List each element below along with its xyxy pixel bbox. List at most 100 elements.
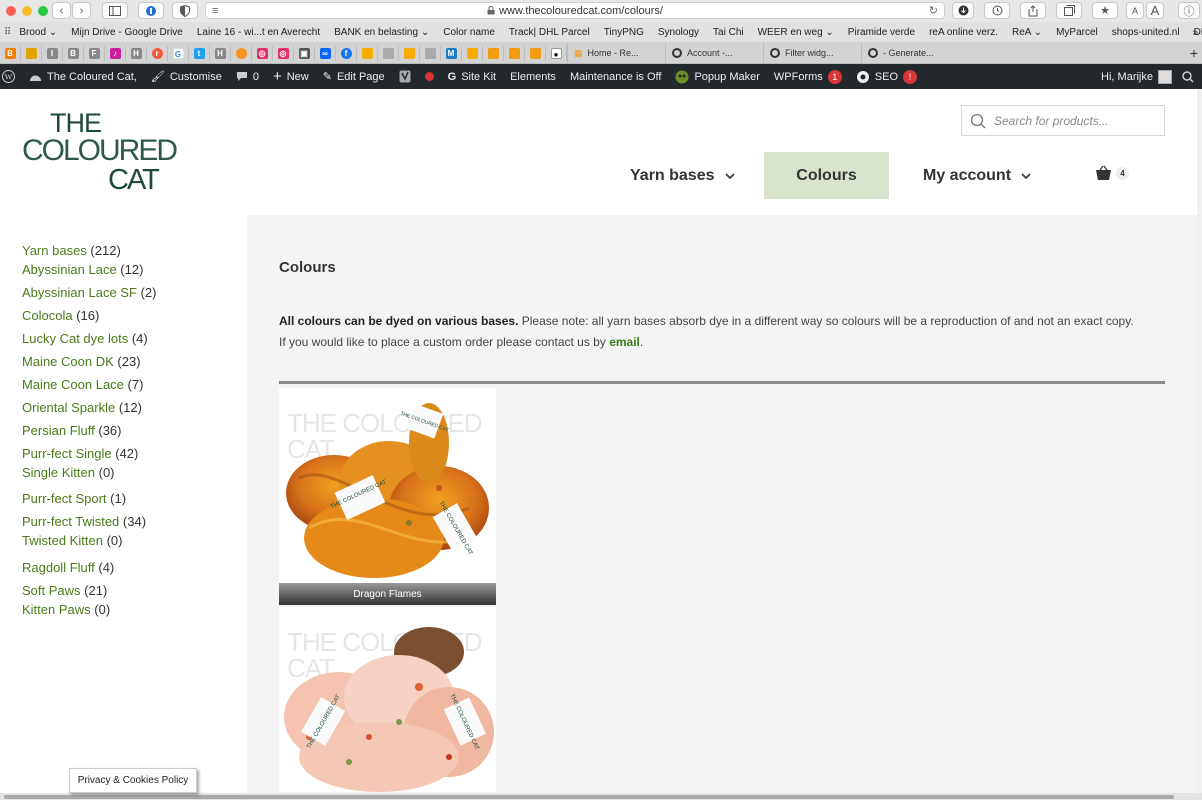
pinned-tab[interactable]: M (441, 45, 462, 61)
tabs-overview-icon[interactable] (1056, 2, 1082, 19)
browser-tab[interactable]: Filter widg... (763, 43, 861, 63)
category-link[interactable]: Maine Coon DK (22, 354, 114, 369)
category-link[interactable]: Ragdoll Fluff (22, 560, 95, 575)
email-link[interactable]: email (609, 335, 640, 349)
bookmark[interactable]: shops-united.nl (1112, 27, 1180, 38)
category-link[interactable]: Abyssinian Lace (22, 262, 117, 277)
category-link[interactable]: Purr-fect Twisted (22, 514, 119, 529)
admin-popup-maker[interactable]: Popup Maker (675, 70, 760, 84)
pinned-tab[interactable] (462, 45, 483, 61)
text-smaller-button[interactable]: A (1126, 2, 1144, 19)
bookmark-star-icon[interactable]: ★ (1092, 2, 1118, 19)
category-link[interactable]: Maine Coon Lace (22, 377, 124, 392)
category-link[interactable]: Purr-fect Single (22, 446, 112, 461)
pinned-tab[interactable]: r (147, 45, 168, 61)
pinned-tab[interactable] (21, 45, 42, 61)
category-link[interactable]: Twisted Kitten (22, 533, 103, 548)
text-larger-button[interactable]: A (1146, 2, 1164, 19)
info-icon[interactable]: ⓘ (1178, 2, 1200, 19)
yoast-icon[interactable] (399, 70, 411, 83)
category-link[interactable]: Abyssinian Lace SF (22, 285, 137, 300)
admin-comments[interactable]: 0 (236, 71, 259, 83)
pinned-tab[interactable] (483, 45, 504, 61)
admin-site-name[interactable]: The Coloured Cat, (29, 71, 137, 83)
site-logo[interactable]: THE COLOURED CAT (22, 110, 187, 195)
sidebar-icon[interactable] (102, 2, 128, 19)
close-window-button[interactable] (6, 6, 16, 16)
pinned-tab[interactable]: I (42, 45, 63, 61)
pinned-tab[interactable]: ◎ (273, 45, 294, 61)
history-icon[interactable] (984, 2, 1010, 19)
bookmark[interactable]: TinyPNG (604, 27, 644, 38)
category-link[interactable]: Single Kitten (22, 465, 95, 480)
admin-maintenance[interactable]: Maintenance is Off (570, 71, 662, 83)
bookmark[interactable]: Track| DHL Parcel (509, 27, 590, 38)
admin-elements[interactable]: Elements (510, 71, 556, 83)
share-icon[interactable] (1020, 2, 1046, 19)
admin-site-kit[interactable]: G Site Kit (448, 71, 496, 83)
download-icon[interactable] (952, 2, 974, 19)
admin-wpforms[interactable]: WPForms 1 (774, 69, 842, 84)
bookmark[interactable]: reA online verz. (929, 27, 998, 38)
privacy-cookies-button[interactable]: Privacy & Cookies Policy (69, 768, 197, 793)
category-link[interactable]: Soft Paws (22, 583, 81, 598)
pinned-tab[interactable]: F (84, 45, 105, 61)
horizontal-scrollbar-thumb[interactable] (4, 795, 1174, 799)
bookmark[interactable]: Brood ⌄ (19, 27, 57, 38)
pinned-tab[interactable]: f (336, 45, 357, 61)
reload-icon[interactable]: ↻ (929, 4, 938, 17)
pinned-tab[interactable]: ◎ (252, 45, 273, 61)
admin-seo[interactable]: SEO ! (856, 69, 918, 84)
pinned-tab[interactable]: ♪ (105, 45, 126, 61)
password-icon[interactable] (138, 2, 164, 19)
admin-edit-page[interactable]: ✎ Edit Page (323, 70, 385, 84)
product-card-dragon-flames[interactable]: THE COLOURED CAT THE COLOURED CAT THE CO… (279, 388, 496, 605)
minimize-window-button[interactable] (22, 6, 32, 16)
wordpress-logo-icon[interactable]: W (2, 70, 15, 83)
bookmark[interactable]: BANK en belasting ⌄ (334, 27, 429, 38)
pinned-tab[interactable]: ▣ (294, 45, 315, 61)
pinned-tab[interactable]: ∞ (315, 45, 336, 61)
browser-tab[interactable]: - Generate... (861, 43, 959, 63)
back-button[interactable]: ‹ (52, 2, 71, 19)
nav-my-account[interactable]: My account (923, 152, 1031, 199)
cart-button[interactable]: 4 (1095, 165, 1129, 181)
admin-account[interactable]: Hi, Marijke (1101, 69, 1172, 84)
bookmark[interactable]: Piramide verde (848, 27, 915, 38)
category-link[interactable]: Oriental Sparkle (22, 400, 115, 415)
browser-tab[interactable]: ▦ Home - Re... (567, 43, 665, 63)
bookmark[interactable]: MyParcel (1056, 27, 1098, 38)
forward-button[interactable]: › (72, 2, 91, 19)
admin-status-dot[interactable] (424, 72, 434, 81)
pinned-tab[interactable] (504, 45, 525, 61)
category-link[interactable]: Colocola (22, 308, 73, 323)
pinned-tab[interactable] (525, 45, 546, 61)
category-link[interactable]: Purr-fect Sport (22, 491, 107, 506)
search-icon[interactable] (1182, 70, 1194, 83)
pinned-tab[interactable] (378, 45, 399, 61)
bookmark[interactable]: Color name (443, 27, 495, 38)
category-link[interactable]: Kitten Paws (22, 602, 91, 617)
zoom-window-button[interactable] (38, 6, 48, 16)
nav-yarn-bases[interactable]: Yarn bases (630, 152, 735, 199)
bookmarks-overflow-button[interactable]: » (1192, 27, 1198, 38)
category-link[interactable]: Yarn bases (22, 243, 87, 258)
pinned-tab[interactable]: H (126, 45, 147, 61)
url-bar[interactable]: ≡ www.thecolouredcat.com/colours/ ↻ (205, 2, 945, 19)
pinned-tab[interactable] (420, 45, 441, 61)
product-search-input[interactable]: Search for products... (961, 105, 1165, 136)
nav-colours[interactable]: Colours (764, 152, 889, 199)
bookmark[interactable]: Laine 16 - wi...t en Averecht (197, 27, 320, 38)
admin-new[interactable]: + New (273, 68, 309, 85)
shield-icon[interactable] (172, 2, 198, 19)
pinned-tab[interactable] (357, 45, 378, 61)
browser-tab[interactable]: Account -... (665, 43, 763, 63)
reader-icon[interactable]: ≡ (212, 5, 218, 17)
vertical-scrollbar[interactable] (1197, 89, 1202, 793)
bookmark[interactable]: ReA ⌄ (1012, 27, 1042, 38)
pinned-tab[interactable]: H (210, 45, 231, 61)
pinned-tab[interactable]: B (63, 45, 84, 61)
pinned-tab[interactable]: ● (546, 45, 567, 61)
admin-customise[interactable]: 🖌 Customise (151, 70, 222, 84)
pinned-tab[interactable] (399, 45, 420, 61)
